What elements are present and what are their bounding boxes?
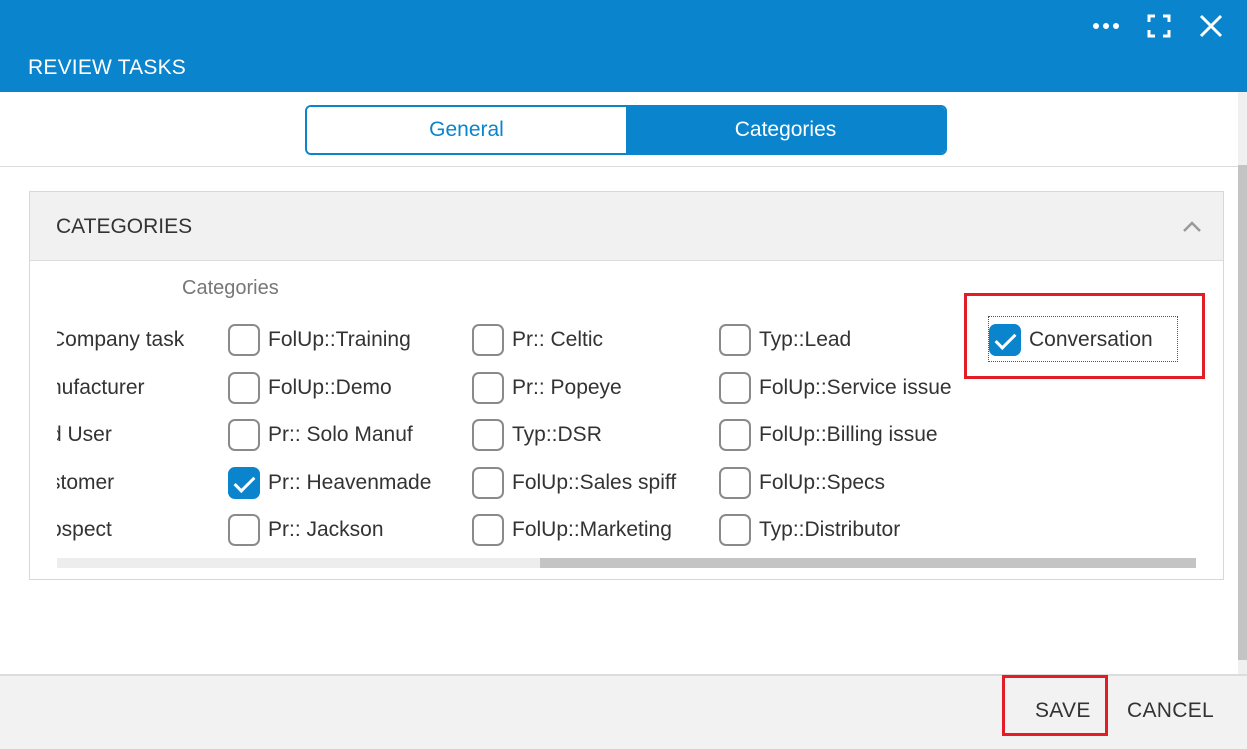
dialog-title: REVIEW TASKS	[28, 56, 186, 79]
category-item[interactable]: Pr:: Heavenmade	[228, 463, 431, 503]
close-icon	[1199, 14, 1223, 38]
category-label: Typ::DSR	[512, 423, 602, 446]
divider	[0, 166, 1238, 167]
categories-field-label: Categories	[182, 277, 279, 299]
category-row: stomer Pr:: Heavenmade FolUp::Sales spiff F…	[57, 463, 1196, 503]
checkbox[interactable]	[228, 419, 260, 451]
category-item[interactable]: FolUp::Sales spiff	[472, 463, 676, 503]
category-item[interactable]: FolUp::Marketing	[472, 510, 672, 550]
category-label: FolUp::Training	[268, 328, 411, 351]
expand-button[interactable]	[1141, 8, 1177, 44]
cancel-button[interactable]: CANCEL	[1127, 699, 1214, 723]
category-label: FolUp::Billing issue	[759, 423, 938, 446]
tab-switcher: General Categories	[305, 105, 947, 155]
checkbox[interactable]	[472, 514, 504, 546]
category-label: Pr:: Celtic	[512, 328, 604, 351]
category-item-clipped[interactable]: ospect	[57, 510, 112, 550]
checkbox[interactable]	[719, 372, 751, 404]
category-row: d User Pr:: Solo Manuf Typ::DSR FolUp::Bill…	[57, 415, 1196, 455]
chevron-up-icon[interactable]	[1181, 216, 1203, 238]
category-item[interactable]: FolUp::Billing issue	[719, 415, 938, 455]
category-label: FolUp::Marketing	[512, 518, 672, 541]
checkbox[interactable]	[719, 324, 751, 356]
category-item[interactable]: FolUp::Training	[228, 320, 411, 360]
category-label: FolUp::Demo	[268, 376, 392, 399]
checkbox-checked[interactable]	[228, 467, 260, 499]
horizontal-scrollbar-thumb[interactable]	[540, 558, 1196, 568]
tab-general[interactable]: General	[307, 107, 626, 153]
category-label: Pr:: Jackson	[268, 518, 384, 541]
checkbox[interactable]	[719, 419, 751, 451]
category-item[interactable]: Pr:: Celtic	[472, 320, 603, 360]
category-item-clipped[interactable]: nufacturer	[57, 368, 145, 408]
category-label: Typ::Distributor	[759, 518, 901, 541]
checkbox[interactable]	[472, 324, 504, 356]
category-item[interactable]: FolUp::Specs	[719, 463, 885, 503]
category-item[interactable]: FolUp::Service issue	[719, 368, 952, 408]
checkbox[interactable]	[719, 514, 751, 546]
checkbox[interactable]	[472, 372, 504, 404]
category-label: Pr:: Solo Manuf	[268, 423, 413, 446]
more-options-button[interactable]	[1088, 8, 1124, 44]
tab-categories[interactable]: Categories	[626, 107, 945, 153]
category-item-clipped[interactable]: Company task	[57, 320, 184, 360]
checkbox[interactable]	[472, 467, 504, 499]
category-row: ospect Pr:: Jackson FolUp::Marketing Typ::D…	[57, 510, 1196, 550]
checkbox[interactable]	[228, 324, 260, 356]
category-item[interactable]: FolUp::Demo	[228, 368, 392, 408]
category-label: FolUp::Sales spiff	[512, 471, 677, 494]
category-label: FolUp::Service issue	[759, 376, 952, 399]
expand-icon	[1147, 14, 1171, 38]
category-label: Typ::Lead	[759, 328, 852, 351]
category-label: FolUp::Specs	[759, 471, 886, 494]
checkbox[interactable]	[228, 372, 260, 404]
panel-header[interactable]: CATEGORIES	[30, 192, 1223, 261]
category-label: Pr:: Popeye	[512, 376, 622, 399]
vertical-scrollbar-thumb[interactable]	[1238, 165, 1247, 660]
highlight-conversation	[964, 293, 1205, 379]
category-item[interactable]: Pr:: Jackson	[228, 510, 384, 550]
checkbox[interactable]	[719, 467, 751, 499]
more-horizontal-icon	[1093, 23, 1119, 29]
category-item[interactable]: Typ::Distributor	[719, 510, 900, 550]
category-label: Pr:: Heavenmade	[268, 471, 432, 494]
category-item[interactable]: Typ::DSR	[472, 415, 602, 455]
category-item-clipped[interactable]: stomer	[57, 463, 114, 503]
category-item[interactable]: Pr:: Solo Manuf	[228, 415, 413, 455]
checkbox[interactable]	[472, 419, 504, 451]
category-item[interactable]: Pr:: Popeye	[472, 368, 622, 408]
panel-title: CATEGORIES	[56, 215, 193, 238]
close-button[interactable]	[1193, 8, 1229, 44]
category-item[interactable]: Typ::Lead	[719, 320, 851, 360]
checkbox[interactable]	[228, 514, 260, 546]
category-item-clipped[interactable]: d User	[57, 415, 112, 455]
dialog-header: REVIEW TASKS	[0, 0, 1247, 92]
highlight-save	[1002, 675, 1108, 736]
